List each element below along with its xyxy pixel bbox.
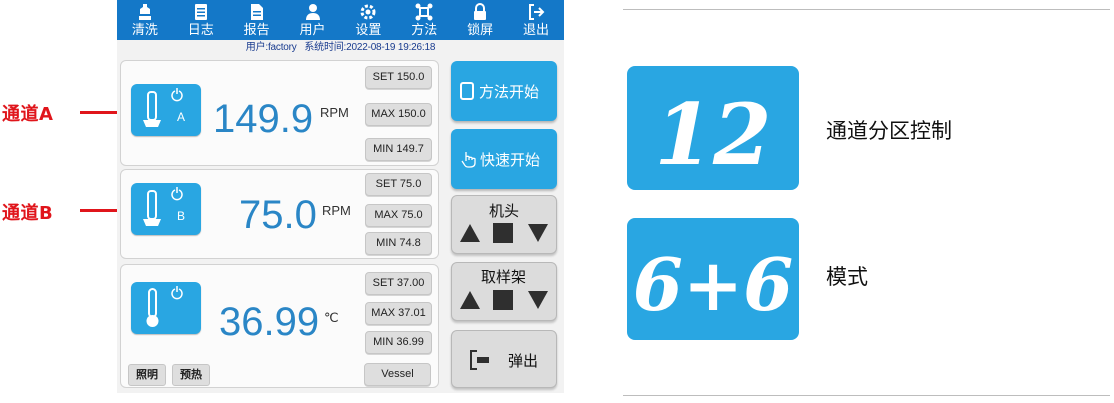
top-divider [623,9,1110,10]
document-icon [460,82,474,100]
feature-caption-mode: 模式 [826,265,868,289]
head-up-button[interactable] [458,221,482,245]
channel-b-unit: RPM [322,203,351,218]
preheat-button[interactable]: 预热 [172,364,210,386]
feature-tile-6plus6-graphic: 6+6 [633,242,794,327]
gear-icon [358,2,378,22]
user-icon [303,2,323,22]
temperature-unit: ℃ [324,310,339,325]
sampler-label: 取样架 [481,268,527,286]
temperature-value: 36.99 [219,300,320,344]
toolbar-clean-label: 清洗 [131,23,158,38]
feature-tile-12-graphic: 12 [655,85,772,184]
sampler-stop-button[interactable] [492,289,514,311]
quick-start-button[interactable]: 快速开始 [451,129,557,189]
toolbar-settings-label: 设置 [355,23,382,38]
toolbar-settings[interactable]: 设置 [341,0,397,40]
toolbar-log[interactable]: 日志 [173,0,229,40]
thermometer-icon [146,286,183,327]
feature-tile-6plus6-text: 6+6 [633,242,794,327]
channel-a-min: MIN 149.7 [365,138,432,161]
channel-a-panel: A 149.9 RPM SET 150.0 MAX 150.0 MIN 149.… [120,60,439,166]
channel-b-panel: B 75.0 RPM SET 75.0 MAX 75.0 MIN 74.8 [120,169,439,259]
toolbar-lock-label: 锁屏 [467,23,494,38]
log-icon [191,2,211,22]
head-stop-button[interactable] [492,222,514,244]
light-button[interactable]: 照明 [128,364,166,386]
head-control: 机头 [451,195,557,254]
sampler-down-button[interactable] [526,288,550,312]
eject-button[interactable]: 弹出 [451,330,557,388]
channel-b-value: 75.0 [239,193,317,237]
channel-b-letter: B [177,209,186,223]
channel-b-toggle[interactable]: B [131,183,201,235]
temperature-toggle[interactable] [131,282,201,334]
stirrer-icon [143,88,183,127]
channel-a-max: MAX 150.0 [365,103,432,126]
feature-caption-zone-control: 通道分区控制 [826,119,952,143]
channel-b-set-button[interactable]: SET 75.0 [365,173,432,196]
stirrer-icon [143,187,183,226]
bottom-divider [623,395,1110,396]
method-start-label: 方法开始 [479,83,540,101]
clean-icon [135,2,155,22]
channel-a-letter: A [177,110,186,124]
temperature-min: MIN 36.99 [365,331,432,354]
report-icon [247,2,267,22]
method-start-button[interactable]: 方法开始 [451,61,557,121]
channel-b-annotation: 通道B [2,203,54,224]
status-line: 用户:factory 系统时间:2022-08-19 19:26:18 [117,42,564,54]
hand-pointer-icon [461,152,476,168]
channel-b-arrow [80,203,132,217]
top-toolbar: 清洗 日志 报告 用户 设置 方法 锁屏 退出 [117,0,564,40]
channel-a-value: 149.9 [213,97,314,141]
vessel-button[interactable]: Vessel [364,363,431,386]
channel-b-max: MAX 75.0 [365,204,432,227]
exit-icon [526,2,546,22]
toolbar-exit-label: 退出 [523,23,550,38]
toolbar-report-label: 报告 [243,23,270,38]
lock-icon [470,2,490,22]
temperature-max: MAX 37.01 [365,302,432,325]
eject-label: 弹出 [508,352,539,370]
sampler-control: 取样架 [451,262,557,321]
current-user: 用户:factory [245,42,297,53]
channel-a-toggle[interactable]: A [131,84,201,136]
sampler-up-button[interactable] [458,288,482,312]
toolbar-user[interactable]: 用户 [285,0,341,40]
feature-tile-12: 12 [627,66,799,190]
toolbar-method[interactable]: 方法 [396,0,452,40]
toolbar-method-label: 方法 [411,23,438,38]
toolbar-log-label: 日志 [187,23,214,38]
temperature-set-button[interactable]: SET 37.00 [365,272,432,295]
channel-a-annotation: 通道A [2,104,54,125]
feature-tile-6plus6: 6+6 [627,218,799,340]
eject-icon [470,350,489,370]
quick-start-label: 快速开始 [480,151,541,169]
feature-tile-12-text: 12 [655,85,772,184]
channel-a-arrow [80,105,132,119]
toolbar-user-label: 用户 [299,23,326,38]
head-label: 机头 [489,202,520,220]
system-time: 系统时间:2022-08-19 19:26:18 [304,42,436,53]
toolbar-lock[interactable]: 锁屏 [452,0,508,40]
page: 通道A 通道B 清洗 日志 报告 用户 设置 方法 锁屏 退出 用户:facto… [0,0,1114,403]
channel-a-unit: RPM [320,105,349,120]
device-screen: 清洗 日志 报告 用户 设置 方法 锁屏 退出 用户:factory 系统时间:… [117,0,564,393]
channel-b-min: MIN 74.8 [365,232,432,255]
head-down-button[interactable] [526,221,550,245]
toolbar-report[interactable]: 报告 [229,0,285,40]
toolbar-exit[interactable]: 退出 [508,0,564,40]
channel-a-set-button[interactable]: SET 150.0 [365,66,432,89]
method-icon [414,2,434,22]
toolbar-clean[interactable]: 清洗 [117,0,173,40]
